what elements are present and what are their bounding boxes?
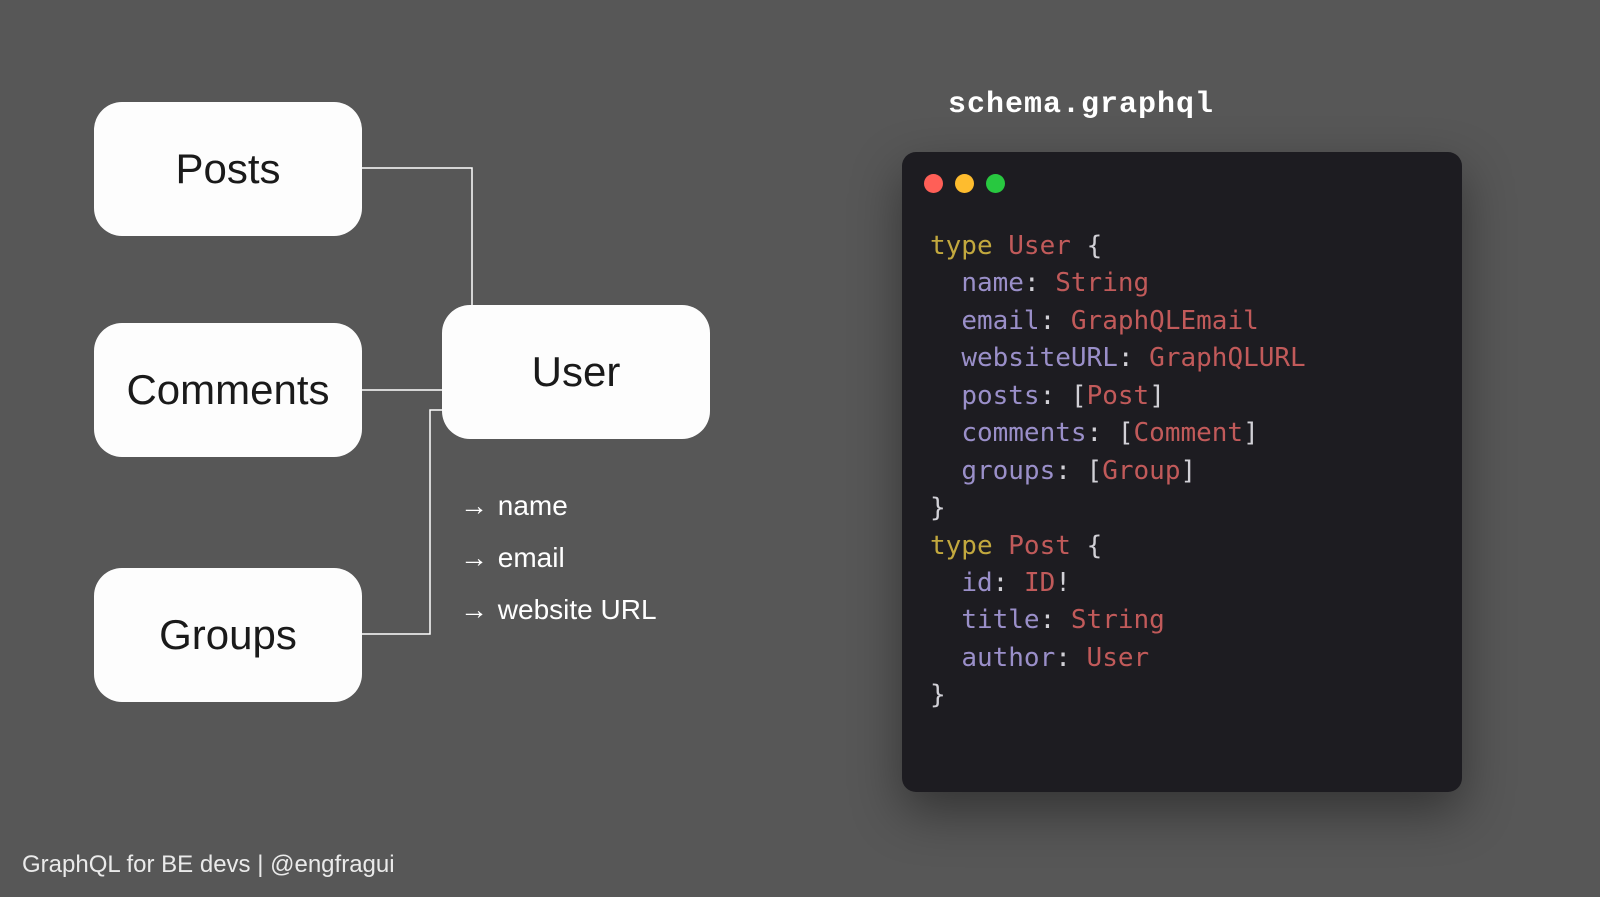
node-comments-label: Comments	[126, 366, 329, 414]
user-field-item: → name	[460, 480, 657, 532]
traffic-light-zoom-icon	[986, 174, 1005, 193]
code-panel-area: schema.graphql type User { name: String …	[800, 0, 1600, 897]
code-window: type User { name: String email: GraphQLE…	[902, 152, 1462, 792]
code-content: type User { name: String email: GraphQLE…	[930, 228, 1306, 715]
slide-footer: GraphQL for BE devs | @engfragui	[22, 851, 395, 879]
user-field-item: → website URL	[460, 584, 657, 636]
user-field-label: email	[490, 542, 565, 573]
traffic-light-minimize-icon	[955, 174, 974, 193]
user-field-item: → email	[460, 532, 657, 584]
arrow-right-icon: →	[460, 480, 490, 532]
code-filename: schema.graphql	[948, 88, 1214, 122]
node-comments: Comments	[94, 323, 362, 457]
arrow-right-icon: →	[460, 584, 490, 636]
node-posts-label: Posts	[175, 145, 280, 193]
node-user-label: User	[532, 348, 621, 396]
diagram-area: Posts Comments Groups User → name→ email…	[0, 0, 800, 897]
window-traffic-lights	[924, 174, 1005, 193]
node-groups: Groups	[94, 568, 362, 702]
user-field-label: website URL	[490, 594, 657, 625]
user-fields-list: → name→ email→ website URL	[460, 480, 657, 635]
traffic-light-close-icon	[924, 174, 943, 193]
arrow-right-icon: →	[460, 532, 490, 584]
node-groups-label: Groups	[159, 611, 297, 659]
node-user: User	[442, 305, 710, 439]
user-field-label: name	[490, 490, 568, 521]
node-posts: Posts	[94, 102, 362, 236]
